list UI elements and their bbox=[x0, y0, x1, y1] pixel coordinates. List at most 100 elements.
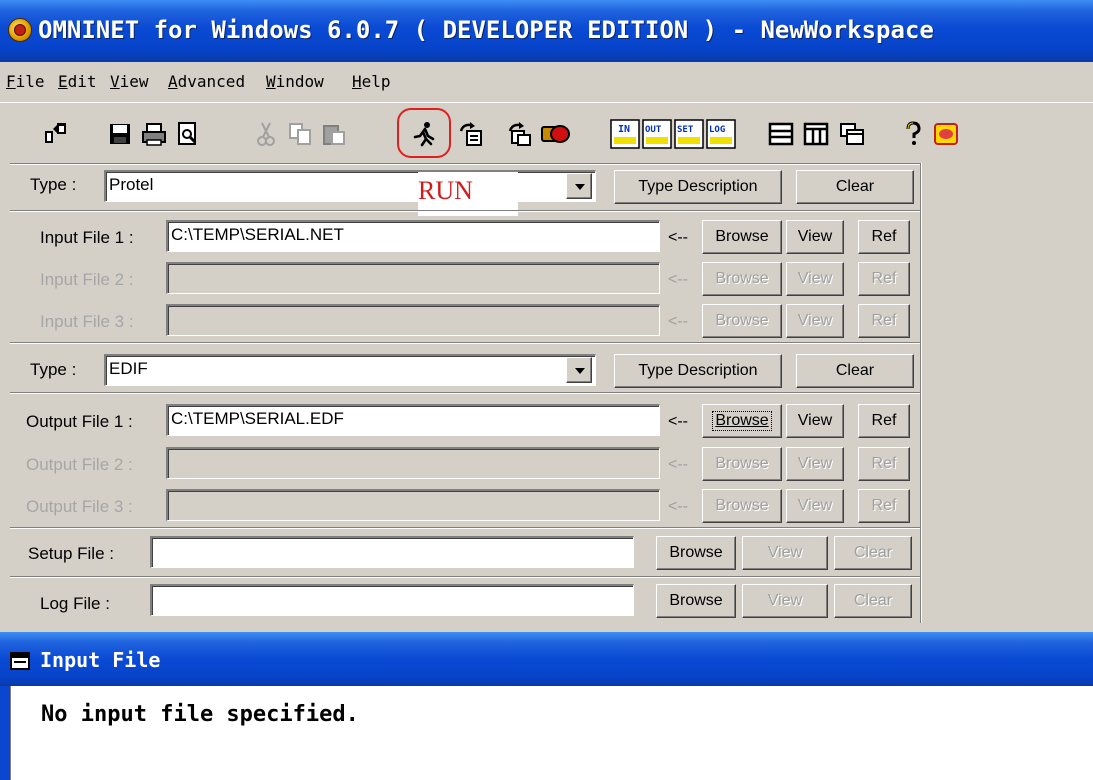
input-file-2-field[interactable] bbox=[166, 262, 660, 294]
copy-icon[interactable] bbox=[284, 115, 316, 153]
stop-icon[interactable] bbox=[540, 115, 572, 153]
input-file-1-arrow: <-- bbox=[668, 229, 688, 246]
cascade-icon[interactable] bbox=[836, 115, 868, 153]
setup-file-field[interactable] bbox=[150, 536, 634, 568]
print-icon[interactable] bbox=[138, 115, 170, 153]
input-file-2-view-button[interactable]: View bbox=[786, 262, 844, 296]
output-file-3-field[interactable] bbox=[166, 489, 660, 521]
input-file-3-browse-button[interactable]: Browse bbox=[702, 304, 782, 338]
output-file-1-field[interactable]: C:\TEMP\SERIAL.EDF bbox=[166, 404, 660, 436]
output-file-2-label: Output File 2 : bbox=[26, 455, 133, 474]
output-file-1-view-button[interactable]: View bbox=[786, 404, 844, 438]
log-icon[interactable]: LOG bbox=[706, 115, 736, 153]
output-file-2-browse-button[interactable]: Browse bbox=[702, 447, 782, 481]
divider bbox=[10, 210, 920, 212]
window-title: OMNINET for Windows 6.0.7 ( DEVELOPER ED… bbox=[38, 16, 934, 44]
svg-text:IN: IN bbox=[618, 124, 630, 135]
log-file-field[interactable] bbox=[150, 584, 634, 616]
log-file-clear-button[interactable]: Clear bbox=[834, 584, 912, 618]
input-type-label: Type : bbox=[30, 175, 77, 194]
output-file-3-ref-button[interactable]: Ref bbox=[858, 489, 910, 523]
help-icon[interactable] bbox=[897, 115, 929, 153]
output-type-dropdown-button[interactable] bbox=[566, 357, 592, 383]
input-file-3-view-button[interactable]: View bbox=[786, 304, 844, 338]
panel-frame bbox=[0, 686, 10, 780]
output-file-2-field[interactable] bbox=[166, 447, 660, 479]
output-file-3-browse-button[interactable]: Browse bbox=[702, 489, 782, 523]
title-bar: OMNINET for Windows 6.0.7 ( DEVELOPER ED… bbox=[0, 0, 1093, 62]
menu-view[interactable]: View bbox=[110, 72, 149, 91]
save-icon[interactable] bbox=[104, 115, 136, 153]
workspace-icon[interactable] bbox=[40, 115, 72, 153]
input-file-1-label: Input File 1 : bbox=[40, 228, 134, 247]
input-file-panel-titlebar[interactable]: Input File bbox=[0, 632, 1093, 686]
export-icon[interactable] bbox=[455, 115, 487, 153]
divider bbox=[10, 342, 920, 344]
log-file-label: Log File : bbox=[40, 594, 110, 613]
setup-file-clear-button[interactable]: Clear bbox=[834, 536, 912, 570]
divider bbox=[10, 527, 920, 529]
menu-edit[interactable]: Edit bbox=[58, 72, 97, 91]
svg-text:OUT: OUT bbox=[645, 125, 662, 135]
menu-window[interactable]: Window bbox=[266, 72, 324, 91]
set-icon[interactable]: SET bbox=[674, 115, 704, 153]
horizontal-split-icon[interactable] bbox=[765, 115, 797, 153]
print-preview-icon[interactable] bbox=[172, 115, 204, 153]
input-type-select[interactable]: Protel bbox=[104, 170, 596, 202]
output-type-select[interactable]: EDIF bbox=[104, 354, 596, 386]
output-type-description-button[interactable]: Type Description bbox=[614, 354, 782, 388]
input-file-1-browse-button[interactable]: Browse bbox=[702, 220, 782, 254]
output-type-label: Type : bbox=[30, 360, 77, 379]
about-icon[interactable] bbox=[930, 115, 962, 153]
input-file-3-arrow: <-- bbox=[668, 313, 688, 330]
output-clear-button[interactable]: Clear bbox=[796, 354, 914, 388]
output-file-2-ref-button[interactable]: Ref bbox=[858, 447, 910, 481]
window-icon[interactable] bbox=[10, 652, 30, 670]
output-file-1-browse-button[interactable]: Browse bbox=[702, 404, 782, 438]
output-file-3-label: Output File 3 : bbox=[26, 497, 133, 516]
svg-text:LOG: LOG bbox=[709, 125, 725, 135]
input-file-message: No input file specified. bbox=[41, 702, 359, 727]
input-file-2-browse-button[interactable]: Browse bbox=[702, 262, 782, 296]
app-icon[interactable] bbox=[8, 18, 32, 42]
in-icon[interactable]: IN bbox=[610, 115, 640, 153]
setup-file-view-button[interactable]: View bbox=[742, 536, 828, 570]
input-file-panel: Input File No input file specified. bbox=[0, 632, 1093, 780]
output-file-3-view-button[interactable]: View bbox=[786, 489, 844, 523]
divider bbox=[10, 576, 920, 578]
run-highlight-circle bbox=[397, 108, 451, 158]
copy-window-icon[interactable] bbox=[504, 115, 536, 153]
input-file-3-field[interactable] bbox=[166, 304, 660, 336]
output-file-1-ref-button[interactable]: Ref bbox=[858, 404, 910, 438]
menu-help[interactable]: Help bbox=[352, 72, 391, 91]
output-file-2-view-button[interactable]: View bbox=[786, 447, 844, 481]
input-file-1-view-button[interactable]: View bbox=[786, 220, 844, 254]
menu-file[interactable]: File bbox=[6, 72, 45, 91]
log-file-browse-button[interactable]: Browse bbox=[656, 584, 736, 618]
output-file-1-label: Output File 1 : bbox=[26, 412, 133, 431]
input-file-1-field[interactable]: C:\TEMP\SERIAL.NET bbox=[166, 220, 660, 252]
input-file-1-ref-button[interactable]: Ref bbox=[858, 220, 910, 254]
cut-icon[interactable] bbox=[250, 115, 282, 153]
divider bbox=[10, 392, 920, 394]
input-clear-button[interactable]: Clear bbox=[796, 170, 914, 204]
vertical-split-icon[interactable] bbox=[800, 115, 832, 153]
input-type-description-button[interactable]: Type Description bbox=[614, 170, 782, 204]
input-file-panel-body[interactable]: No input file specified. bbox=[10, 686, 1093, 780]
input-file-3-label: Input File 3 : bbox=[40, 312, 134, 331]
out-icon[interactable]: OUT bbox=[642, 115, 672, 153]
divider bbox=[920, 163, 922, 623]
output-file-1-arrow: <-- bbox=[668, 413, 688, 430]
input-file-3-ref-button[interactable]: Ref bbox=[858, 304, 910, 338]
log-file-view-button[interactable]: View bbox=[742, 584, 828, 618]
menu-advanced[interactable]: Advanced bbox=[168, 72, 245, 91]
input-file-2-arrow: <-- bbox=[668, 271, 688, 288]
menu-bar: File Edit View Advanced Window Help bbox=[0, 62, 1093, 102]
paste-icon[interactable] bbox=[318, 115, 350, 153]
divider bbox=[10, 163, 920, 165]
setup-file-browse-button[interactable]: Browse bbox=[656, 536, 736, 570]
input-type-dropdown-button[interactable] bbox=[566, 173, 592, 199]
input-file-2-ref-button[interactable]: Ref bbox=[858, 262, 910, 296]
input-file-2-label: Input File 2 : bbox=[40, 270, 134, 289]
svg-text:SET: SET bbox=[677, 125, 694, 135]
